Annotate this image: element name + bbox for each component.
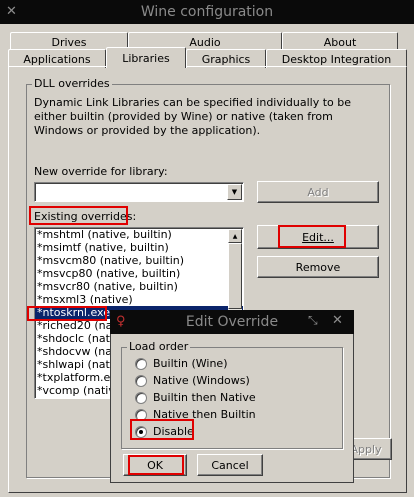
radio-circle-icon <box>135 357 147 370</box>
existing-overrides-label: Existing overrides: <box>34 210 137 223</box>
load-order-title: Load order <box>127 340 191 353</box>
remove-button[interactable]: Remove <box>257 256 379 278</box>
new-override-combo[interactable]: ▼ <box>34 182 244 202</box>
radio-circle-icon <box>135 391 147 404</box>
scroll-thumb[interactable] <box>228 243 242 309</box>
list-item[interactable]: *msvcr80 (native, builtin) <box>35 280 243 293</box>
list-item[interactable]: *msvcm80 (native, builtin) <box>35 254 243 267</box>
radio-circle-icon <box>135 408 147 421</box>
cancel-button[interactable]: Cancel <box>197 454 263 476</box>
window-title: Wine configuration <box>140 4 274 20</box>
list-item[interactable]: *mshtml (native, builtin) <box>35 228 243 241</box>
edit-button[interactable]: Edit... <box>257 225 379 249</box>
radio-checked-icon <box>135 425 147 438</box>
radio-native[interactable]: Native (Windows) <box>135 374 250 387</box>
radio-disable[interactable]: Disable <box>135 425 194 438</box>
close-icon[interactable]: ✕ <box>332 314 343 327</box>
list-item[interactable]: *msxml3 (native) <box>35 293 243 306</box>
ok-button[interactable]: OK <box>123 454 187 476</box>
scroll-up-icon[interactable]: ▲ <box>228 229 242 243</box>
edit-override-dialog: Load order Builtin (Wine) Native (Window… <box>110 334 354 483</box>
tab-libraries[interactable]: Libraries <box>106 47 186 68</box>
new-override-label: New override for library: <box>34 165 168 178</box>
list-item[interactable]: *msvcp80 (native, builtin) <box>35 267 243 280</box>
radio-builtin[interactable]: Builtin (Wine) <box>135 357 227 370</box>
radio-circle-icon <box>135 374 147 387</box>
add-button[interactable]: Add <box>257 181 379 203</box>
wine-glass-icon: ♀ <box>116 314 126 329</box>
list-item[interactable]: *msimtf (native, builtin) <box>35 241 243 254</box>
chevron-down-icon[interactable]: ▼ <box>227 184 242 200</box>
radio-native-then-builtin[interactable]: Native then Builtin <box>135 408 256 421</box>
dll-overrides-title: DLL overrides <box>32 77 112 90</box>
dll-description: Dynamic Link Libraries can be specified … <box>34 96 352 137</box>
wrench-icon[interactable]: ✕ <box>6 5 17 18</box>
main-titlebar[interactable]: Wine configuration <box>0 0 414 24</box>
dialog-title: Edit Override <box>185 314 279 330</box>
radio-builtin-then-native[interactable]: Builtin then Native <box>135 391 256 404</box>
pin-icon[interactable]: ⤡ <box>308 314 318 326</box>
